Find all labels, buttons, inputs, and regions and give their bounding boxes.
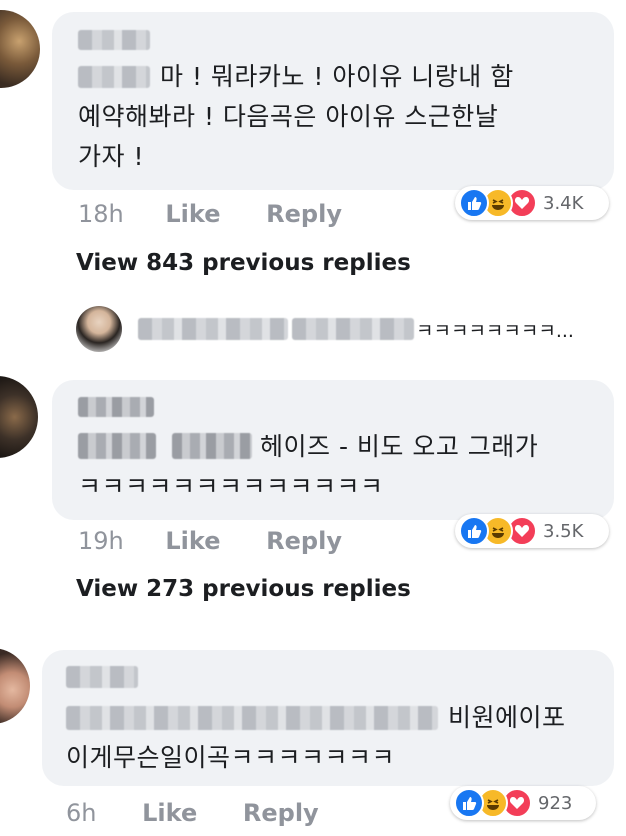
thumbs-up-icon	[459, 188, 489, 218]
like-button[interactable]: Like	[165, 200, 220, 228]
comment-meta: 19h Like Reply	[78, 527, 342, 555]
comment-text-line: 이게무슨일이곡ㅋㅋㅋㅋㅋㅋㅋ	[66, 743, 396, 772]
reply-author-redacted[interactable]	[138, 318, 288, 340]
view-previous-replies-link[interactable]: View 843 previous replies	[76, 250, 411, 276]
comment-timestamp[interactable]: 19h	[78, 527, 124, 555]
reply-avatar[interactable]	[76, 306, 122, 352]
comment-meta: 18h Like Reply	[78, 200, 342, 228]
like-button[interactable]: Like	[142, 799, 197, 827]
mention-redacted[interactable]	[78, 66, 150, 88]
commenter-avatar[interactable]	[0, 10, 40, 88]
comment-text-line: 헤이즈 - 비도 오고 그래가	[260, 432, 539, 461]
comment-text-line: 마 ! 뭐라카노 ! 아이유 니랑내 함	[160, 62, 514, 91]
mention-redacted[interactable]	[78, 433, 156, 459]
reaction-summary[interactable]: 3.4K	[455, 186, 609, 220]
view-previous-replies-link[interactable]: View 273 previous replies	[76, 576, 411, 602]
commenter-name-redacted[interactable]	[78, 397, 154, 417]
mention-redacted[interactable]	[66, 706, 438, 730]
reply-button[interactable]: Reply	[243, 799, 319, 827]
mention-redacted[interactable]	[172, 433, 252, 459]
comment-timestamp[interactable]: 18h	[78, 200, 124, 228]
reply-button[interactable]: Reply	[266, 527, 342, 555]
comment-text-line: 가자 !	[78, 142, 144, 171]
reaction-count: 3.5K	[543, 520, 584, 542]
commenter-avatar[interactable]	[0, 648, 30, 724]
reply-button[interactable]: Reply	[266, 200, 342, 228]
commenter-name-redacted[interactable]	[78, 30, 150, 50]
thumbs-up-icon	[454, 788, 484, 818]
comment-text-line: 예약해봐라 ! 다음곡은 아이유 스근한날	[78, 102, 499, 131]
comment-meta: 6h Like Reply	[66, 799, 319, 827]
reaction-summary[interactable]: 923	[450, 786, 596, 820]
reply-preview-text[interactable]: ㅋㅋㅋㅋㅋㅋㅋㅋ...	[416, 316, 574, 343]
reply-text-redacted	[292, 318, 414, 340]
comment-text-line: ㅋㅋㅋㅋㅋㅋㅋㅋㅋㅋㅋㅋㅋ	[78, 472, 384, 501]
reaction-summary[interactable]: 3.5K	[455, 514, 609, 548]
commenter-avatar[interactable]	[0, 376, 38, 458]
commenter-name-redacted[interactable]	[66, 666, 138, 688]
comment-timestamp[interactable]: 6h	[66, 799, 96, 827]
comment-text-line: 비원에이포	[448, 703, 566, 732]
like-button[interactable]: Like	[165, 527, 220, 555]
thumbs-up-icon	[459, 516, 489, 546]
reaction-count: 923	[538, 792, 573, 814]
reaction-count: 3.4K	[543, 192, 584, 214]
